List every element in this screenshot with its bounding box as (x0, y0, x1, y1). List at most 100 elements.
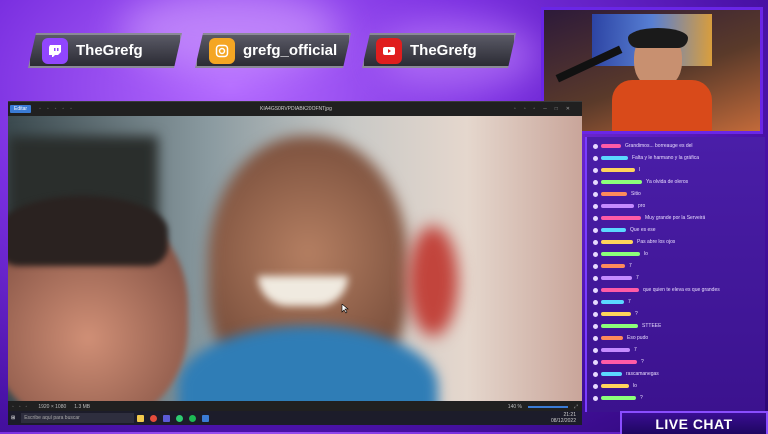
chat-text: pro (638, 203, 646, 209)
fullscreen-icon[interactable]: ⤢ (574, 404, 578, 410)
blurred-red-object (408, 226, 458, 336)
twitch-handle: TheGrefg (76, 42, 143, 59)
window-controls[interactable]: ▫▫▫─□✕ (514, 106, 578, 112)
chat-badge-icon (593, 275, 598, 281)
chat-username[interactable] (601, 216, 641, 220)
chat-username[interactable] (601, 144, 621, 148)
instagram-handle: grefg_official (243, 42, 338, 59)
chat-message: Ya olvida de oleros (593, 179, 688, 185)
chat-message: Pas abre los ojos (593, 239, 675, 245)
chat-username[interactable] (601, 372, 622, 376)
zoom-slider[interactable] (527, 405, 568, 408)
chat-text: 7 (636, 275, 639, 281)
taskbar-search-input[interactable]: Escribe aquí para buscar (21, 413, 135, 423)
chat-username[interactable] (601, 192, 627, 196)
chat-username[interactable] (601, 180, 642, 184)
chat-username[interactable] (601, 396, 636, 400)
status-icons[interactable]: ◦◦◦ (12, 404, 32, 410)
chat-badge-icon (593, 395, 598, 401)
streamer-shirt (612, 80, 712, 131)
chat-text: rascamanegas (626, 371, 659, 377)
chat-username[interactable] (601, 240, 633, 244)
chat-text: ? (640, 395, 643, 401)
chat-badge-icon (593, 311, 598, 317)
teams-icon[interactable] (163, 414, 171, 422)
chrome-icon[interactable] (150, 414, 158, 422)
taskbar-clock[interactable]: 21:21 08/12/2022 (551, 412, 576, 424)
chat-username[interactable] (601, 252, 640, 256)
chat-badge-icon (593, 383, 598, 389)
chat-text: 7 (634, 347, 637, 353)
chat-message: 7 (593, 275, 639, 281)
chat-username[interactable] (601, 168, 635, 172)
chat-badge-icon (593, 323, 598, 329)
chat-username[interactable] (601, 324, 638, 328)
windows-start-icon[interactable]: ⊞ (11, 415, 15, 421)
image-dimensions: 1920 × 1080 (38, 403, 67, 410)
youtube-handle: TheGrefg (410, 42, 477, 59)
chat-badge-icon (593, 239, 598, 245)
toolbar-icons[interactable]: ◦◦◦◦◦ (39, 106, 78, 112)
instagram-icon (209, 38, 235, 64)
chat-username[interactable] (601, 204, 634, 208)
chat-badge-icon (593, 287, 598, 293)
cursor-icon (341, 304, 349, 314)
chat-username[interactable] (601, 312, 631, 316)
chat-message: ? (593, 395, 643, 401)
chat-message: Falta y le harmano y la gráfica (593, 155, 699, 161)
chat-badge-icon (593, 215, 598, 221)
clock-date: 08/12/2022 (550, 418, 576, 424)
live-chat-banner: LIVE CHAT (620, 411, 768, 434)
chat-username[interactable] (601, 336, 623, 340)
photo-content (8, 116, 582, 401)
twitch-badge: TheGrefg (28, 33, 182, 68)
chat-badge-icon (593, 191, 598, 197)
chat-text: Ya olvida de oleros (646, 179, 689, 185)
image-filesize: 1.3 MB (74, 403, 91, 410)
chat-username[interactable] (601, 276, 632, 280)
chat-text: que quien te eleva es que grandes (643, 287, 720, 293)
instagram-badge: grefg_official (195, 33, 351, 68)
chat-username[interactable] (601, 264, 625, 268)
chat-text: Falta y le harmano y la gráfica (632, 155, 699, 161)
chat-badge-icon (593, 347, 598, 353)
photos-app-icon[interactable] (202, 414, 210, 422)
windows-taskbar: ⊞ Escribe aquí para buscar 21:21 08/12/2… (8, 411, 582, 425)
viewer-filename: KIA4GS0RVPDIABK20OFNTjpg (259, 106, 332, 112)
chat-badge-icon (593, 167, 598, 173)
chat-username[interactable] (601, 360, 637, 364)
chat-badge-icon (593, 359, 598, 365)
chat-username[interactable] (601, 384, 629, 388)
zoom-level[interactable]: 140 % (508, 404, 522, 410)
chat-message: 7 (593, 299, 631, 305)
chat-text: Grandimos... borreauge es del (625, 143, 693, 149)
whatsapp-icon[interactable] (176, 414, 184, 422)
file-explorer-icon[interactable] (137, 414, 145, 422)
chat-message: 7 (593, 347, 637, 353)
viewer-titlebar: Editar ◦◦◦◦◦ KIA4GS0RVPDIABK20OFNTjpg ▫▫… (8, 102, 582, 116)
chat-message: Muy grande por la Serveirá (593, 215, 705, 221)
chat-text: 7 (629, 263, 632, 269)
chat-text: 7 (628, 299, 631, 305)
chat-text: Muy grande por la Serveirá (645, 215, 706, 221)
chat-username[interactable] (601, 228, 626, 232)
chat-username[interactable] (601, 348, 630, 352)
chat-message: Eso pudo (593, 335, 648, 341)
chat-text: Sitio (631, 191, 641, 197)
chat-message: ? (593, 359, 644, 365)
chat-username[interactable] (601, 156, 628, 160)
chat-badge-icon (593, 299, 598, 305)
chat-username[interactable] (601, 300, 624, 304)
chat-badge-icon (593, 179, 598, 185)
chat-username[interactable] (601, 288, 639, 292)
edit-button[interactable]: Editar (10, 105, 32, 113)
foreground-hair (8, 196, 168, 266)
streamer-hair (628, 28, 688, 48)
chat-text: ? (641, 359, 644, 365)
chat-text: l (639, 167, 641, 173)
spotify-icon[interactable] (189, 414, 197, 422)
twitch-icon (42, 38, 68, 64)
chat-text: Pas abre los ojos (637, 239, 676, 245)
chat-message: Sitio (593, 191, 641, 197)
chat-message: lo (593, 251, 648, 257)
